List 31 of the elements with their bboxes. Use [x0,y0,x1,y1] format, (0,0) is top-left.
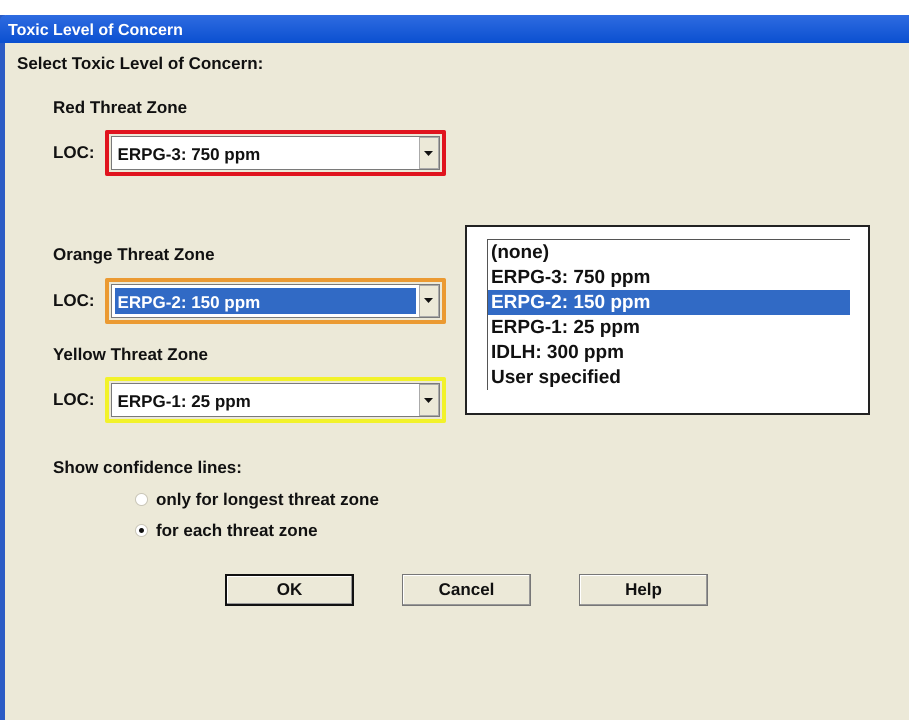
radio-label: for each threat zone [156,520,318,542]
dropdown-button[interactable] [418,384,439,416]
field-label: LOC: [53,389,95,412]
field-label: LOC: [53,290,95,312]
zone-combobox[interactable]: ERPG-2: 150 ppm [104,278,446,324]
radio-button[interactable] [135,524,148,538]
list-option[interactable]: ERPG-2: 150 ppm [488,290,850,315]
dropdown-button[interactable] [418,137,439,169]
field-label: LOC: [53,142,95,164]
zone-label: Red Threat Zone [53,96,188,118]
list-option[interactable]: (none) [488,240,850,265]
zone-label: Yellow Threat Zone [53,344,208,366]
dialog-button[interactable]: OK [225,574,354,606]
window-title: Toxic Level of Concern [0,15,909,43]
radio-button[interactable] [135,492,148,506]
dialog-button[interactable]: Cancel [402,574,531,606]
caret-icon [424,150,434,156]
zone-label: Orange Threat Zone [53,244,215,266]
list-option[interactable]: ERPG-3: 750 ppm [488,265,850,290]
list-option[interactable]: ERPG-1: 25 ppm [488,315,850,340]
radio-label: only for longest threat zone [156,488,379,511]
section-label: Show confidence lines: [53,457,243,479]
dropdown-button[interactable] [418,284,439,316]
zone-combobox[interactable]: ERPG-3: 750 ppm [104,130,446,176]
list-option[interactable]: IDLH: 300 ppm [488,340,850,365]
zone-combobox[interactable]: ERPG-1: 25 ppm [104,377,446,423]
caret-icon [424,398,434,402]
list-option[interactable]: User specified [488,365,850,390]
caret-icon [424,298,434,303]
dialog-heading: Select Toxic Level of Concern: [17,53,264,75]
dialog-button[interactable]: Help [579,574,708,606]
